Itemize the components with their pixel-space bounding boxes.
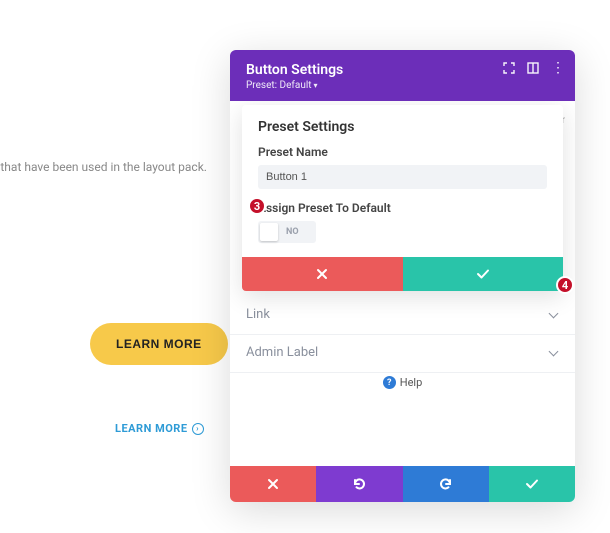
preset-name-input[interactable] xyxy=(258,165,547,189)
section-link-label: Link xyxy=(246,307,270,322)
learn-more-link-label: LEARN MORE xyxy=(115,422,188,435)
panel-body: er ⋮ Preset Settings Preset Name Assign … xyxy=(230,101,575,466)
learn-more-button[interactable]: LEARN MORE xyxy=(90,323,228,365)
preset-name-label: Preset Name xyxy=(258,145,547,159)
annotation-badge-3: 3 xyxy=(248,197,266,215)
close-icon xyxy=(316,268,328,280)
bottom-bar xyxy=(230,466,575,502)
toggle-knob xyxy=(260,223,278,241)
caret-down-icon: ▾ xyxy=(314,81,318,90)
redo-button[interactable] xyxy=(403,466,489,502)
help-label: Help xyxy=(400,376,423,389)
help-icon: ? xyxy=(383,376,396,389)
discard-button[interactable] xyxy=(230,466,316,502)
undo-button[interactable] xyxy=(316,466,402,502)
redo-icon xyxy=(439,477,453,491)
preset-indicator-label: Preset: Default xyxy=(246,80,312,91)
assign-default-toggle[interactable]: NO xyxy=(258,221,316,243)
menu-dots-icon[interactable]: ⋮ xyxy=(551,63,565,73)
toggle-value: NO xyxy=(286,227,299,237)
annotation-badge-4: 4 xyxy=(556,276,574,294)
preset-settings-card: Preset Settings Preset Name Assign Prese… xyxy=(242,105,563,291)
chevron-down-icon xyxy=(549,310,559,320)
preset-confirm-button[interactable] xyxy=(403,257,564,291)
preset-settings-heading: Preset Settings xyxy=(258,119,547,135)
background-text: ttons that have been used in the layout … xyxy=(0,160,207,174)
check-icon xyxy=(476,268,490,280)
check-icon xyxy=(525,478,539,490)
preset-cancel-button[interactable] xyxy=(242,257,403,291)
columns-icon[interactable] xyxy=(527,62,539,74)
preset-actions xyxy=(242,257,563,291)
help-link[interactable]: ? Help xyxy=(230,376,575,389)
settings-panel: Button Settings Preset: Default ▾ ⋮ er ⋮ xyxy=(230,50,575,502)
preset-indicator[interactable]: Preset: Default ▾ xyxy=(246,80,559,91)
section-admin-label-text: Admin Label xyxy=(246,345,318,360)
chevron-right-icon: › xyxy=(192,423,204,435)
chevron-down-icon xyxy=(549,348,559,358)
learn-more-link[interactable]: LEARN MORE › xyxy=(115,422,204,435)
assign-default-label: Assign Preset To Default xyxy=(258,201,547,215)
undo-icon xyxy=(352,477,366,491)
section-admin-label[interactable]: Admin Label xyxy=(230,333,575,373)
save-button[interactable] xyxy=(489,466,575,502)
panel-header: Button Settings Preset: Default ▾ ⋮ xyxy=(230,50,575,101)
expand-icon[interactable] xyxy=(503,62,515,74)
close-icon xyxy=(267,478,279,490)
section-link[interactable]: Link xyxy=(230,295,575,335)
